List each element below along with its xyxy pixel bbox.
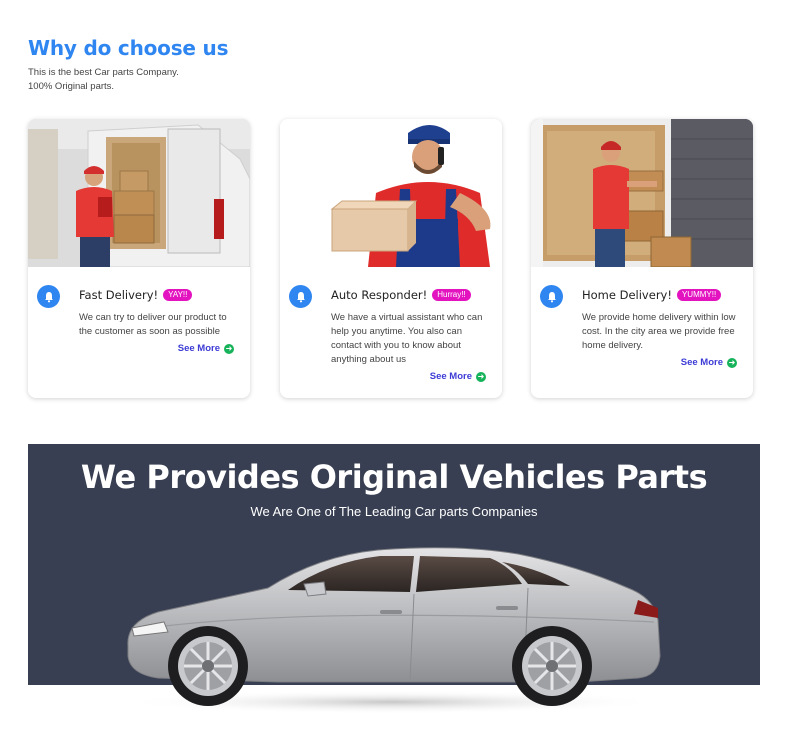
card-description: We provide home delivery within low cost… bbox=[582, 312, 736, 351]
subtitle-line-2: 100% Original parts. bbox=[28, 81, 115, 92]
see-more-label: See More bbox=[680, 357, 723, 368]
card-description: We can try to deliver our product to the… bbox=[79, 312, 227, 337]
arrow-right-icon: ➜ bbox=[476, 371, 486, 382]
section-header: Why do choose us This is the best Car pa… bbox=[28, 36, 228, 94]
card-description: We have a virtual assistant who can help… bbox=[331, 312, 483, 365]
arrow-right-icon: ➜ bbox=[727, 357, 737, 368]
see-more-link[interactable]: See More ➜ bbox=[582, 357, 737, 368]
delivery-van-boxes-image bbox=[531, 119, 753, 267]
silver-car-image bbox=[122, 547, 662, 714]
feature-card-home-delivery: Home Delivery! YUMMY!! We provide home d… bbox=[531, 119, 753, 398]
subtitle-line-1: This is the best Car parts Company. bbox=[28, 67, 179, 78]
card-badge: Hurray!! bbox=[432, 289, 471, 301]
card-badge: YUMMY!! bbox=[676, 289, 722, 301]
card-title: Home Delivery! bbox=[582, 288, 672, 302]
see-more-label: See More bbox=[429, 371, 472, 382]
delivery-van-image bbox=[28, 119, 250, 267]
arrow-right-icon: ➜ bbox=[224, 343, 234, 354]
banner-title: We Provides Original Vehicles Parts bbox=[80, 458, 708, 496]
bell-icon bbox=[289, 285, 312, 308]
card-title: Fast Delivery! bbox=[79, 288, 159, 302]
see-more-link[interactable]: See More ➜ bbox=[79, 343, 234, 354]
see-more-label: See More bbox=[177, 343, 220, 354]
see-more-link[interactable]: See More ➜ bbox=[331, 371, 486, 382]
bell-icon bbox=[37, 285, 60, 308]
feature-card-fast-delivery: Fast Delivery! YAY!! We can try to deliv… bbox=[28, 119, 250, 398]
banner-subtitle: We Are One of The Leading Car parts Comp… bbox=[250, 504, 538, 519]
delivery-man-phone-image bbox=[280, 119, 502, 267]
section-subtitle: This is the best Car parts Company. 100%… bbox=[28, 66, 228, 94]
card-badge: YAY!! bbox=[163, 289, 193, 301]
section-title: Why do choose us bbox=[28, 36, 229, 60]
bell-icon bbox=[540, 285, 563, 308]
feature-card-auto-responder: Auto Responder! Hurray!! We have a virtu… bbox=[280, 119, 502, 398]
card-title: Auto Responder! bbox=[331, 288, 428, 302]
